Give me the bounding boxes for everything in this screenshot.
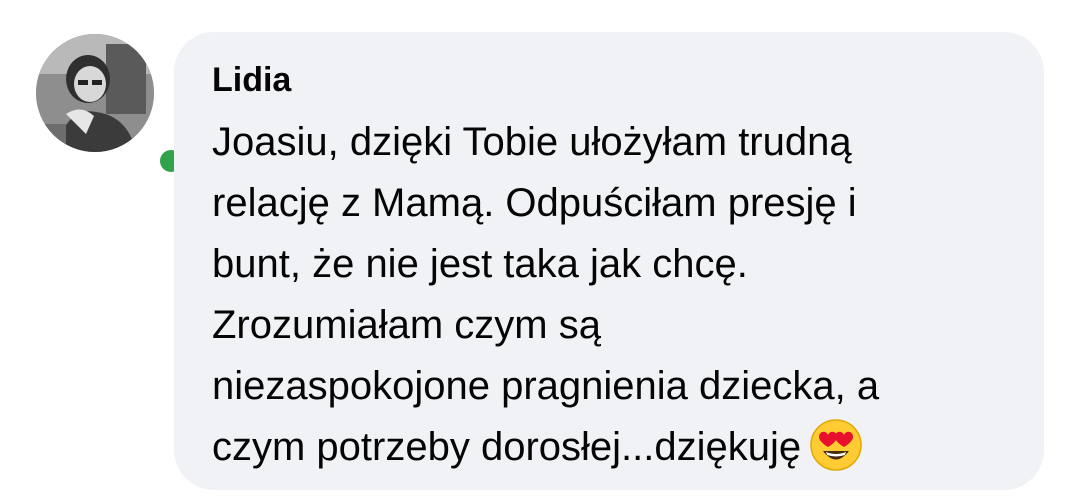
- comment-text-line: Zrozumiałam czym są: [212, 303, 601, 347]
- avatar[interactable]: [36, 34, 154, 152]
- comment-text-line: bunt, że nie jest taka jak chcę.: [212, 242, 748, 286]
- comment-text: Joasiu, dzięki Tobie ułożyłam trudną rel…: [212, 112, 1008, 490]
- avatar-photo-icon: [36, 34, 154, 152]
- avatar-wrap[interactable]: [36, 34, 188, 178]
- comment-text-line: czym potrzeby dorosłej...dziękuję: [212, 425, 802, 469]
- comment-text-line: relację z Mamą. Odpuściłam presję i: [212, 181, 857, 225]
- comment-text-line: Joasiu, dzięki Tobie ułożyłam trudną: [212, 120, 852, 164]
- comment-row: Lidia Joasiu, dzięki Tobie ułożyłam trud…: [0, 0, 1080, 502]
- comment-author[interactable]: Lidia: [212, 58, 1008, 102]
- comment-bubble: Lidia Joasiu, dzięki Tobie ułożyłam trud…: [174, 32, 1044, 490]
- comment-text-line: niezaspokojone pragnienia dziecka, a: [212, 364, 880, 408]
- heart-eyes-emoji-icon: [809, 418, 863, 490]
